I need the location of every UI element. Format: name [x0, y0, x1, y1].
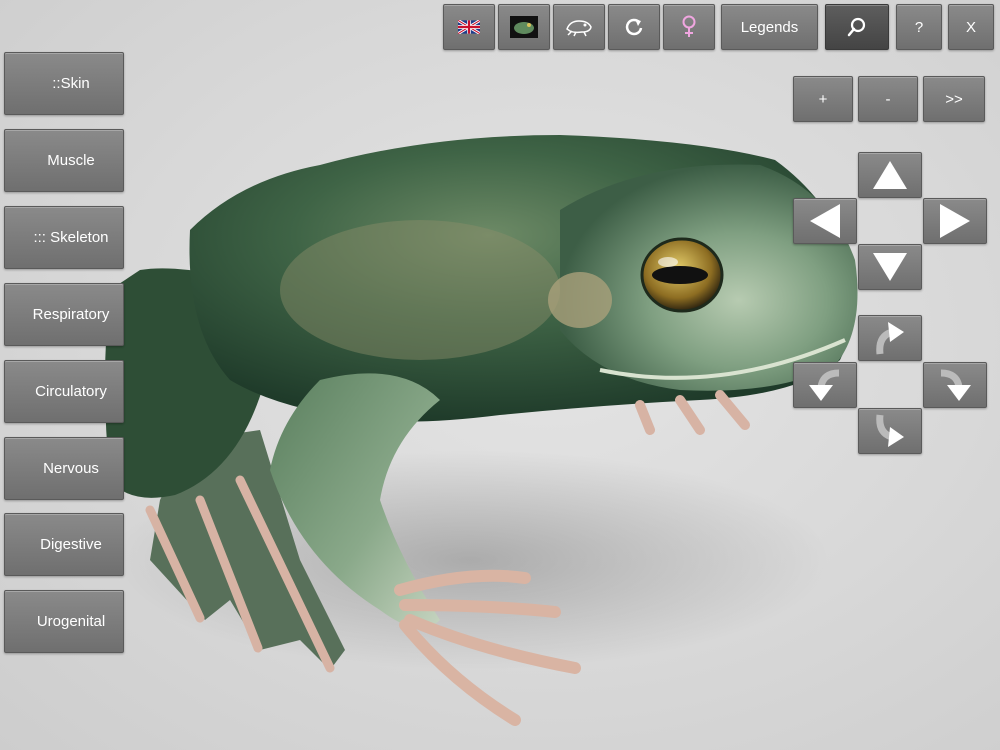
sidebar-item-skin[interactable]: ::Skin — [4, 52, 124, 115]
sidebar-item-skeleton[interactable]: ::: Skeleton — [4, 206, 124, 269]
rotate-up-button[interactable] — [858, 315, 922, 361]
sidebar-item-label: Urogenital — [36, 613, 106, 630]
gender-toggle-button[interactable] — [663, 4, 715, 50]
pan-right-button[interactable] — [923, 198, 987, 244]
arrow-up-icon — [873, 161, 907, 189]
next-button[interactable]: >> — [923, 76, 985, 122]
frog-view-button[interactable] — [498, 4, 550, 50]
language-button[interactable] — [443, 4, 495, 50]
sidebar-item-nervous[interactable]: Nervous — [4, 437, 124, 500]
rotate-left-button[interactable] — [793, 362, 857, 408]
zoom-in-button[interactable]: + — [793, 76, 853, 122]
pan-down-button[interactable] — [858, 244, 922, 290]
frog-outline-icon — [566, 20, 592, 37]
sidebar-item-label: Muscle — [47, 152, 95, 169]
rotate-up-icon — [876, 322, 904, 355]
rotate-down-button[interactable] — [858, 408, 922, 454]
rotate-left-icon — [809, 369, 840, 401]
rotate-down-icon — [876, 414, 904, 447]
pan-up-button[interactable] — [858, 152, 922, 198]
sidebar-item-label: Respiratory — [32, 306, 110, 323]
arrow-right-icon — [940, 204, 970, 238]
legends-button[interactable]: Legends — [721, 4, 818, 50]
frog-outline-button[interactable] — [553, 4, 605, 50]
sidebar-item-digestive[interactable]: Digestive — [4, 513, 124, 576]
female-symbol-icon — [682, 15, 696, 37]
pan-left-button[interactable] — [793, 198, 857, 244]
uk-flag-icon — [458, 20, 480, 34]
reset-rotate-icon — [625, 18, 643, 36]
close-button[interactable]: X — [948, 4, 994, 50]
rotate-right-icon — [940, 369, 971, 401]
sidebar-item-label: Nervous — [43, 460, 99, 477]
arrow-down-icon — [873, 253, 907, 281]
frog-thumbnail-icon — [510, 16, 538, 38]
help-button[interactable]: ? — [896, 4, 942, 50]
sidebar-item-urogenital[interactable]: Urogenital — [4, 590, 124, 653]
zoom-out-button[interactable]: - — [858, 76, 918, 122]
sidebar-item-muscle[interactable]: Muscle — [4, 129, 124, 192]
sidebar-item-label: ::Skin — [52, 75, 90, 92]
sidebar-item-respiratory[interactable]: Respiratory — [4, 283, 124, 346]
sidebar-item-label: ::: Skeleton — [33, 229, 109, 246]
sidebar-item-label: Circulatory — [35, 383, 107, 400]
arrow-left-icon — [810, 204, 840, 238]
rotate-right-button[interactable] — [923, 362, 987, 408]
sidebar-item-circulatory[interactable]: Circulatory — [4, 360, 124, 423]
reset-button[interactable] — [608, 4, 660, 50]
sidebar-item-label: Digestive — [40, 536, 102, 553]
search-icon — [847, 17, 866, 37]
search-button[interactable] — [825, 4, 889, 50]
